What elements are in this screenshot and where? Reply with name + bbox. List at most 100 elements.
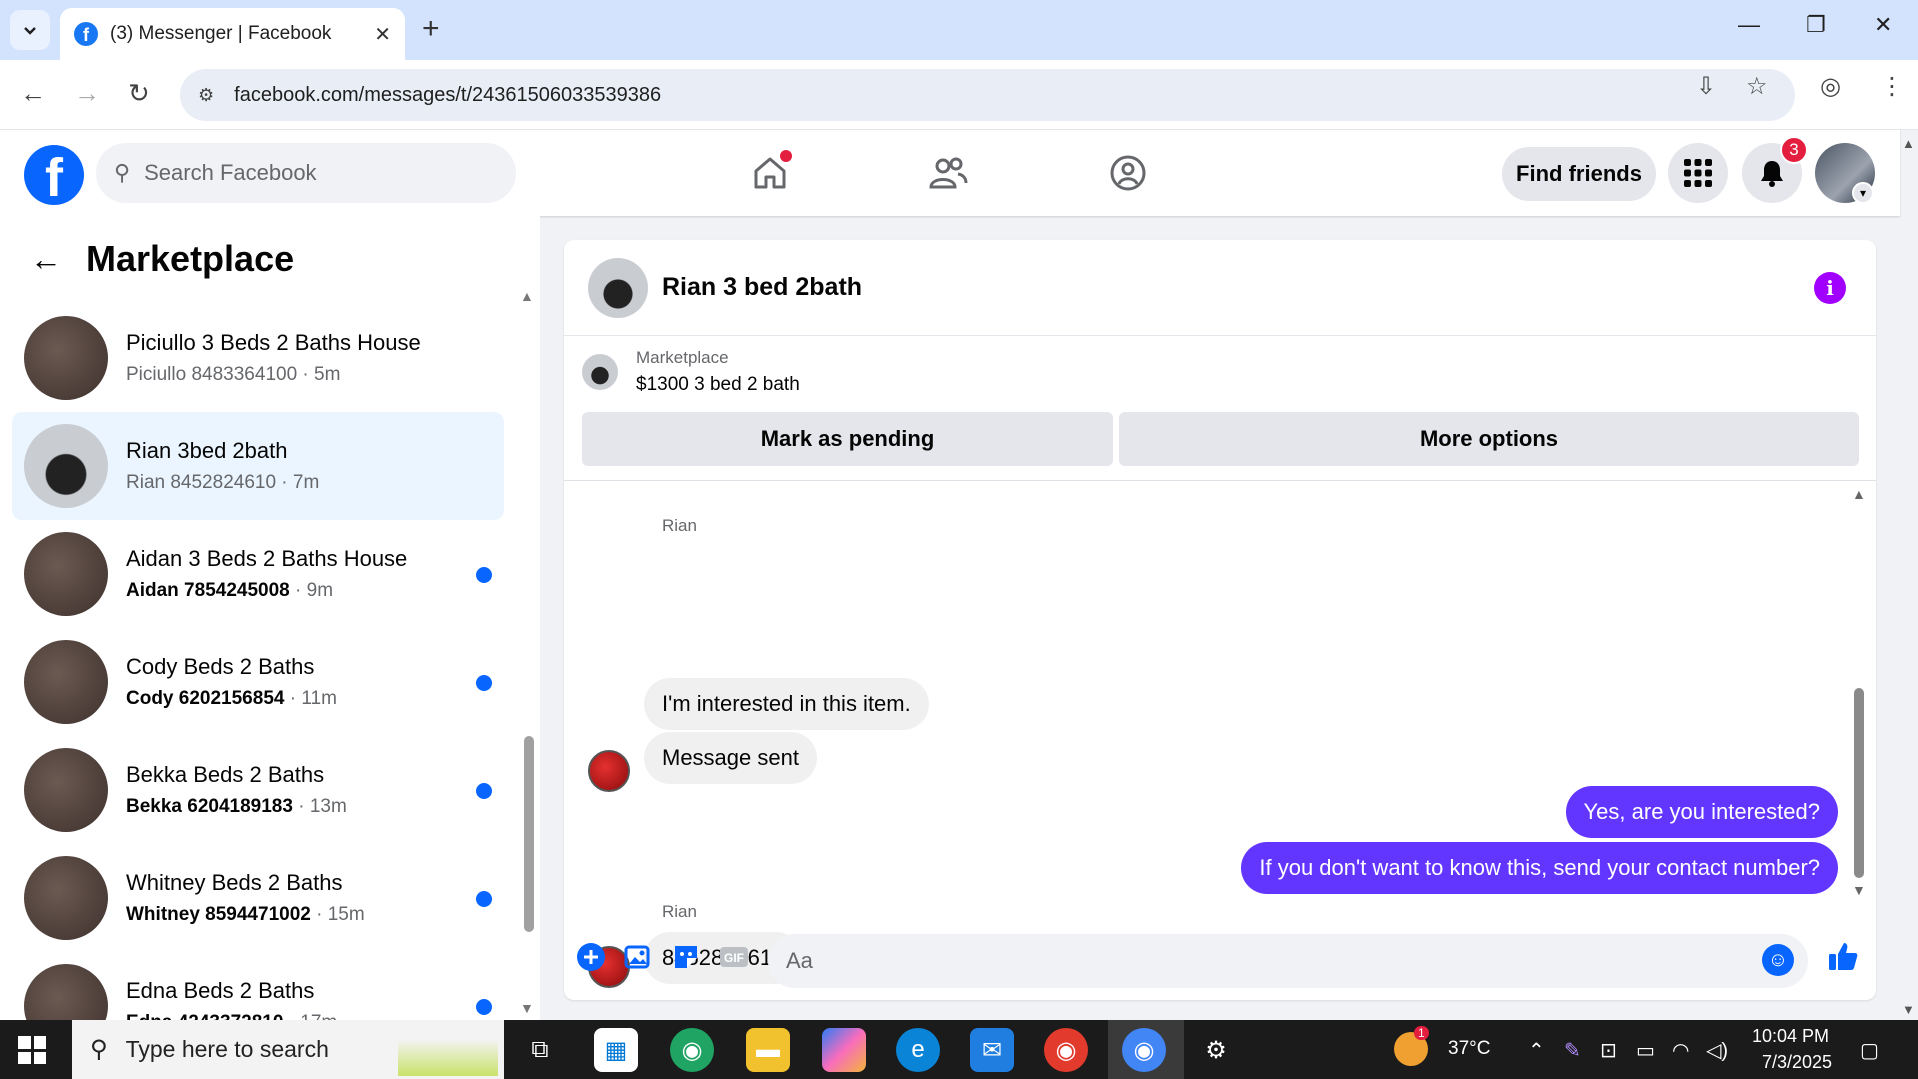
battery-icon[interactable]: ▭ [1636,1038,1655,1063]
conversation-name: Whitney Beds 2 Baths [126,870,343,895]
message-sender: Rian [662,516,697,535]
search-highlight-image [398,1024,498,1076]
message-bubble[interactable]: Message sent [644,732,817,784]
listing-thumbnail [582,354,618,390]
conversation-item[interactable]: Piciullo 3 Beds 2 Baths House Piciullo 8… [12,304,504,412]
message-bubble-outgoing[interactable]: Yes, are you interested? [1565,786,1838,838]
conversation-item[interactable]: Bekka Beds 2 Baths Bekka 6204189183 · 13… [12,736,504,844]
back-button[interactable]: ← [20,78,46,109]
task-view-icon[interactable]: ⧉ [518,1028,562,1072]
menu-button[interactable] [1668,143,1728,203]
listing-title: $1300 3 bed 2 bath [636,374,800,395]
settings-icon[interactable]: ⚙ [1194,1028,1238,1072]
avatar [24,856,108,940]
back-arrow-icon[interactable]: ← [30,241,62,278]
chevron-down-icon [24,27,36,35]
meet-icon[interactable]: ⊡ [1600,1038,1617,1063]
clock-date[interactable]: 7/3/2025 [1762,1052,1832,1073]
conversation-preview: Piciullo 8483364100 [126,364,298,385]
bookmark-star-icon[interactable]: ☆ [1746,72,1768,101]
chrome-active-icon[interactable]: ◉ [1122,1028,1166,1072]
close-tab-icon[interactable]: ✕ [374,22,391,47]
taskbar-search[interactable]: ⚲ Type here to search [72,1020,504,1079]
friends-icon [929,157,968,189]
sidebar-scrollbar[interactable] [524,736,534,932]
nav-home[interactable] [740,150,800,196]
emoji-icon[interactable]: ☺ [1762,944,1794,976]
sticker-button[interactable] [669,940,703,974]
find-friends-button[interactable]: Find friends [1502,147,1656,201]
wifi-icon[interactable]: ◠ [1672,1038,1689,1063]
start-button[interactable] [18,1036,46,1064]
temperature[interactable]: 37°C [1448,1038,1490,1060]
chat-scroll-down[interactable]: ▼ [1852,882,1866,898]
copilot-icon[interactable] [822,1028,866,1072]
search-icon: ⚲ [90,1036,108,1063]
profile-icon[interactable]: ◎ [1820,72,1841,101]
volume-icon[interactable]: ◁) [1706,1038,1728,1063]
chat-scrollbar[interactable] [1854,688,1864,878]
more-options-button[interactable]: More options [1119,412,1859,466]
conversation-list: Piciullo 3 Beds 2 Baths House Piciullo 8… [12,304,504,1020]
new-tab-button[interactable]: + [422,14,440,44]
chrome-profile-icon[interactable]: ◉ [670,1028,714,1072]
mail-icon[interactable]: ✉ [970,1028,1014,1072]
chat-avatar[interactable] [588,257,648,318]
conversation-item[interactable]: Whitney Beds 2 Baths Whitney 8594471002 … [12,844,504,952]
restore-button[interactable]: ❐ [1806,12,1826,38]
conversation-item-active[interactable]: Rian 3bed 2bath Rian 8452824610 · 7m [12,412,504,520]
conversation-name: Rian 3bed 2bath [126,438,288,463]
address-bar[interactable]: ⚙ facebook.com/messages/t/24361506033539… [180,69,1795,121]
message-text: Yes, are you interested? [1583,799,1820,824]
install-app-icon[interactable]: ⇩ [1696,72,1716,101]
message-bubble-outgoing[interactable]: If you don't want to know this, send you… [1241,842,1838,894]
facebook-header: f ⚲ Search Facebook Find friends 3 ▾ [0,130,1900,216]
conversation-item[interactable]: Cody Beds 2 Baths Cody 6202156854 · 11m [12,628,504,736]
minimize-button[interactable]: — [1738,12,1760,38]
page-scroll-up[interactable]: ▲ [1902,136,1915,151]
browser-tab[interactable]: f (3) Messenger | Facebook ✕ [60,8,405,60]
microsoft-store-icon[interactable]: ▦ [594,1028,638,1072]
tab-search-button[interactable] [10,10,50,50]
page-scroll-down[interactable]: ▼ [1902,1002,1915,1017]
pen-icon[interactable]: ✎ [1564,1038,1581,1063]
nav-friends[interactable] [918,150,978,196]
clock-time[interactable]: 10:04 PM [1752,1026,1829,1047]
groups-icon [1110,155,1146,191]
conversation-item[interactable]: Aidan 3 Beds 2 Baths House Aidan 7854245… [12,520,504,628]
conversation-preview: Whitney 8594471002 [126,904,311,925]
chat-title[interactable]: Rian 3 bed 2bath [662,273,862,302]
message-bubble[interactable]: I'm interested in this item. [644,678,929,730]
info-icon[interactable]: i [1814,272,1846,304]
account-chevron-icon[interactable]: ▾ [1852,182,1874,204]
add-attachment-button[interactable] [574,940,608,974]
nav-groups[interactable] [1098,150,1158,196]
photo-button[interactable] [621,940,655,974]
close-window-button[interactable]: ✕ [1874,12,1892,38]
edge-icon[interactable]: e [896,1028,940,1072]
chrome-icon[interactable]: ◉ [1044,1028,1088,1072]
site-info-icon[interactable]: ⚙ [198,85,214,106]
conversation-item[interactable]: Edna Beds 2 Baths Edna 4243372810 · 17m [12,952,504,1020]
message-input[interactable]: Aa ☺ [768,934,1808,988]
sidebar-scroll-down[interactable]: ▼ [520,1000,534,1016]
conversation-name: Bekka Beds 2 Baths [126,762,325,787]
facebook-logo[interactable]: f [24,145,84,205]
conversation-preview: Bekka 6204189183 [126,796,293,817]
reload-button[interactable]: ↻ [128,78,150,109]
sender-avatar[interactable] [588,750,630,792]
conversation-time: 15m [327,904,365,925]
show-hidden-icons[interactable]: ⌃ [1528,1038,1545,1063]
forward-button[interactable]: → [74,78,100,109]
file-explorer-icon[interactable]: ▬ [746,1028,790,1072]
notification-center-icon[interactable]: ▢ [1860,1038,1879,1063]
gif-button[interactable]: GIF [717,940,751,974]
mark-as-pending-button[interactable]: Mark as pending [582,412,1113,466]
browser-menu-icon[interactable]: ⋮ [1880,72,1904,101]
like-button[interactable] [1826,940,1860,974]
browser-toolbar: ← → ↻ ⚙ facebook.com/messages/t/24361506… [0,60,1918,130]
chat-scroll-up[interactable]: ▲ [1852,486,1866,502]
listing-summary[interactable]: Marketplace $1300 3 bed 2 bath [582,348,800,396]
facebook-search-input[interactable]: ⚲ Search Facebook [96,143,516,203]
sidebar-scroll-up[interactable]: ▲ [520,288,534,304]
